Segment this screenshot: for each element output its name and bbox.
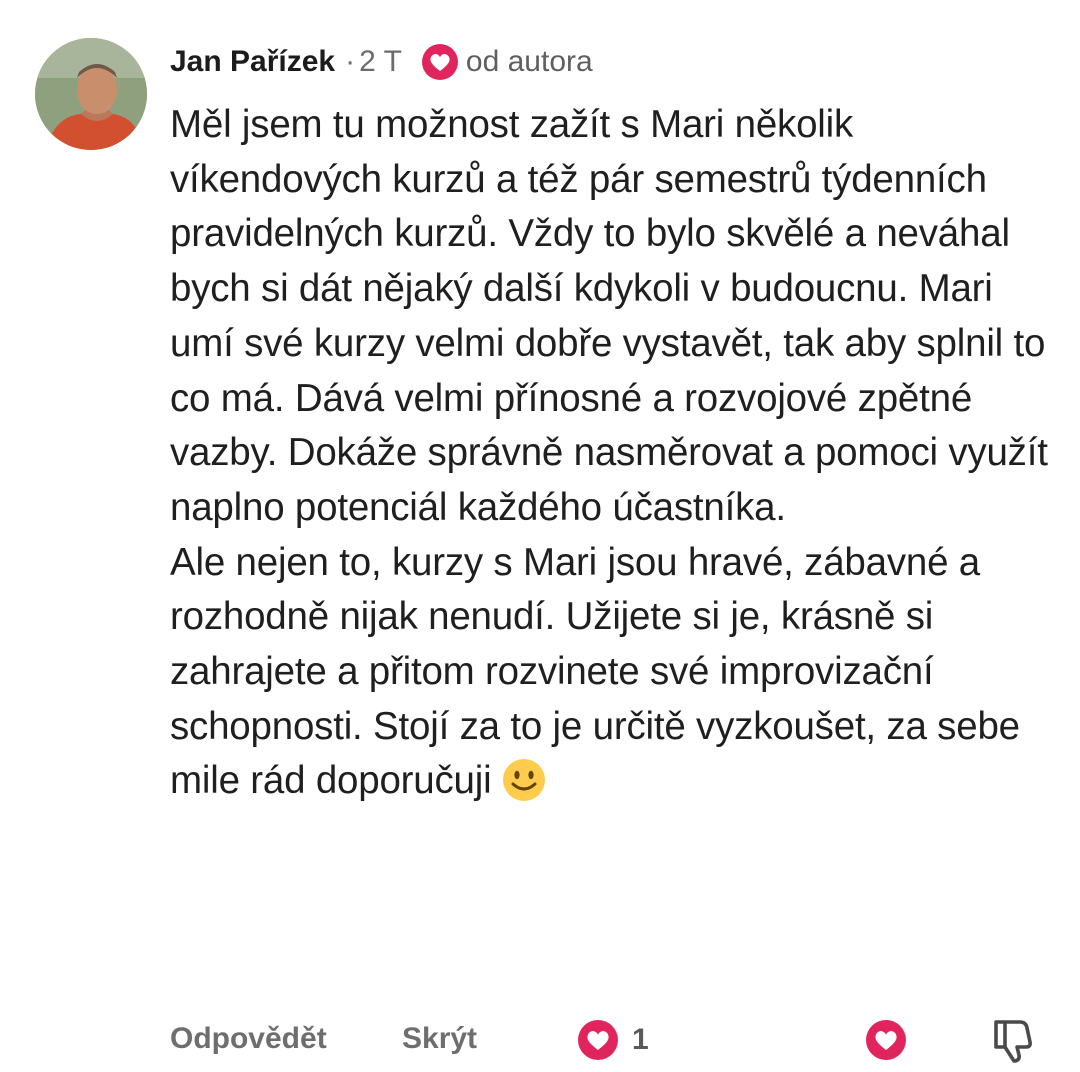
author-name[interactable]: Jan Pařízek	[170, 45, 335, 79]
avatar[interactable]	[35, 38, 147, 150]
like-count-button[interactable]: 1	[576, 1018, 649, 1062]
dislike-button[interactable]	[990, 1016, 1036, 1069]
like-count: 1	[632, 1023, 649, 1056]
hide-button[interactable]: Skrýt	[402, 1022, 477, 1056]
comment-paragraph-text: Ale nejen to, kurzy s Mari jsou hravé, z…	[170, 540, 1020, 803]
comment-text: Měl jsem tu možnost zažít s Mari několik…	[170, 98, 1050, 819]
avatar-photo	[35, 38, 147, 150]
meta-separator: ·	[345, 45, 356, 78]
author-heart-icon	[420, 42, 460, 82]
comment-paragraph: Ale nejen to, kurzy s Mari jsou hravé, z…	[170, 536, 1050, 820]
heart-icon	[866, 1020, 906, 1060]
heart-icon	[578, 1020, 618, 1060]
comment-paragraph: Měl jsem tu možnost zažít s Mari několik…	[170, 103, 1048, 529]
thumbs-down-icon	[994, 1020, 1032, 1063]
author-heart-label: od autora	[465, 45, 593, 78]
comment-actions: Odpovědět Skrýt 1	[170, 1016, 1050, 1066]
heart-button[interactable]	[864, 1018, 908, 1067]
comment-header: Jan Pařízek · 2 T od autora	[170, 40, 593, 84]
reply-button[interactable]: Odpovědět	[170, 1022, 327, 1056]
comment-time: 2 T	[359, 45, 402, 78]
smiling-face-icon	[501, 757, 547, 819]
